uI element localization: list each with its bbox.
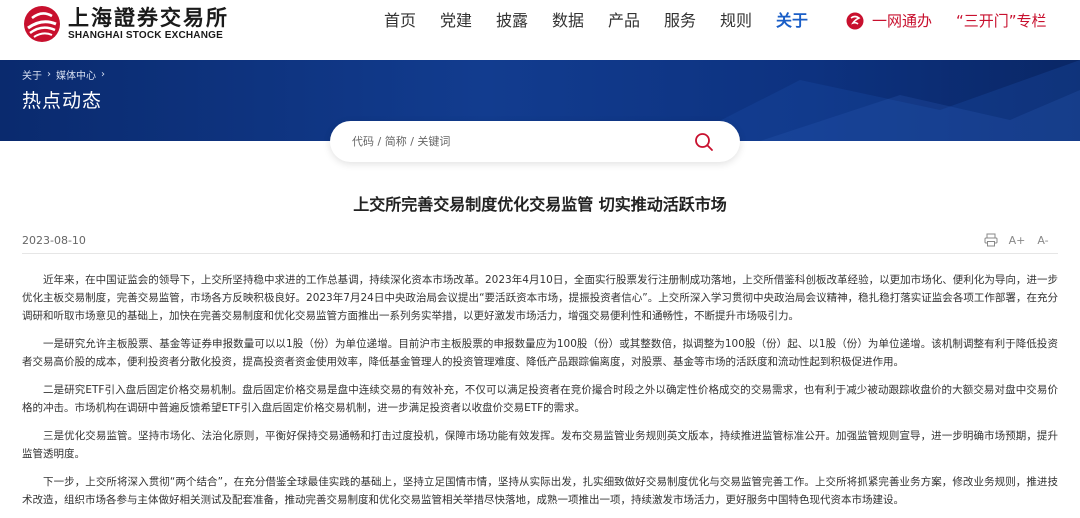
nav-services[interactable]: 服务 [652, 10, 708, 32]
nav-about[interactable]: 关于 [764, 10, 820, 32]
article-paragraph: 二是研究ETF引入盘后固定价格交易机制。盘后固定价格交易是盘中连续交易的有效补充… [22, 384, 1058, 414]
nav-rules[interactable]: 规则 [708, 10, 764, 32]
sankaimen-link[interactable]: “三开门”专栏 [956, 10, 1047, 32]
print-icon[interactable] [980, 231, 1002, 249]
page-title: 热点动态 [22, 90, 103, 112]
article-paragraph: 三是优化交易监管。坚持市场化、法治化原则，平衡好保持交易通畅和打击过度投机，保障… [22, 430, 1058, 460]
article-paragraph: 下一步，上交所将深入贯彻“两个结合”，在充分借鉴全球最佳实践的基础上，坚持立足国… [22, 476, 1058, 506]
yiwang-logo-icon [846, 12, 864, 29]
nav-home[interactable]: 首页 [372, 10, 428, 32]
nav-party-building[interactable]: 党建 [428, 10, 484, 32]
chevron-right-icon: › [101, 69, 105, 80]
font-decrease-button[interactable]: A- [1032, 231, 1054, 249]
sse-logo-icon [24, 6, 60, 42]
logo-english-name: SHANGHAI STOCK EXCHANGE [68, 30, 223, 41]
yiwang-label: 一网通办 [872, 12, 933, 30]
breadcrumb-about[interactable]: 关于 [22, 67, 42, 82]
main-nav: 首页 党建 披露 数据 产品 服务 规则 关于 [372, 10, 820, 32]
article-body: 近年来，在中国证监会的领导下，上交所坚持稳中求进的工作总基调，持续深化资本市场改… [22, 271, 1058, 518]
search-icon[interactable] [693, 131, 715, 153]
yiwang-tongban-link[interactable]: 一网通办 [846, 10, 932, 31]
nav-disclosure[interactable]: 披露 [484, 10, 540, 32]
banner-decoration [680, 60, 1080, 141]
site-header: 上海證券交易所 SHANGHAI STOCK EXCHANGE 首页 党建 披露… [0, 0, 1080, 60]
search-input[interactable] [352, 131, 672, 152]
article-paragraph: 近年来，在中国证监会的领导下，上交所坚持稳中求进的工作总基调，持续深化资本市场改… [22, 274, 1058, 322]
breadcrumb: 关于 › 媒体中心 › [22, 67, 110, 82]
breadcrumb-media-center[interactable]: 媒体中心 [56, 67, 96, 82]
article-tools: A+ A- [976, 231, 1054, 249]
article-title: 上交所完善交易制度优化交易监管 切实推动活跃市场 [353, 195, 727, 214]
font-increase-button[interactable]: A+ [1006, 231, 1028, 249]
article-paragraph: 一是研究允许主板股票、基金等证券申报数量可以以1股（份）为单位递增。目前沪市主板… [22, 338, 1058, 368]
nav-data[interactable]: 数据 [540, 10, 596, 32]
article-date: 2023-08-10 [22, 234, 86, 247]
sse-logo[interactable]: 上海證券交易所 SHANGHAI STOCK EXCHANGE [22, 4, 229, 44]
nav-products[interactable]: 产品 [596, 10, 652, 32]
logo-chinese-name: 上海證券交易所 [68, 5, 229, 30]
search-box [330, 121, 740, 162]
divider [22, 253, 1058, 254]
chevron-right-icon: › [47, 69, 51, 80]
